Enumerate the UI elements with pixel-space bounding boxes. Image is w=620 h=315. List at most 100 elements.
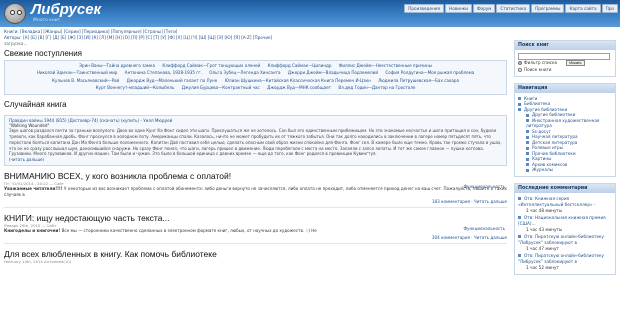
nav-item-label[interactable]: Картины bbox=[532, 156, 551, 161]
recent-item[interactable]: Джордж Вуд—МНК сообщает bbox=[267, 85, 331, 90]
post-teaser-text: У некоторых из вас возникает проблема с … bbox=[4, 186, 507, 198]
post-links[interactable]: 304 комментария · Читать дальше bbox=[4, 235, 507, 240]
random-book-more-link[interactable]: (читать дальше) bbox=[9, 157, 44, 162]
bullet-icon bbox=[526, 141, 529, 145]
recent-item[interactable]: Вл.дед Годин—Дантор на Гростоле bbox=[338, 85, 415, 90]
recent-item[interactable]: Ольга Зубец—Легенда Хинсанта bbox=[209, 70, 280, 75]
search-button[interactable]: Искать bbox=[566, 60, 585, 67]
comment-link[interactable]: Отв: Национальная книжная премия (США)..… bbox=[518, 215, 606, 226]
site-logo[interactable] bbox=[4, 3, 26, 24]
topnav-link[interactable]: Статистика bbox=[496, 4, 531, 13]
recent-item[interactable]: Филлис Джейм—Неестественные причины bbox=[339, 63, 432, 68]
radio-book[interactable]: Поиск книги bbox=[518, 67, 552, 72]
recent-item[interactable]: Джулия Бурцева—Контрактный час bbox=[182, 85, 260, 90]
comment-link[interactable]: Отв: Книжная серия «Интеллектуальный бес… bbox=[518, 196, 595, 207]
recent-item[interactable]: Клиффорд Саймак—Цилиндр bbox=[268, 63, 332, 68]
recent-item[interactable]: София Ролдугина—Моя рыжая проблема bbox=[385, 70, 474, 75]
random-book-block: Случайная книга Правдин вайны 1944 (815)… bbox=[4, 100, 507, 167]
nav-item-label[interactable]: Научная литература bbox=[532, 134, 578, 139]
post-links[interactable]: 183 комментария · Читать дальше bbox=[4, 199, 507, 204]
site-header: Либрусек Много книг Произведения Новинки… bbox=[0, 0, 620, 27]
recent-item[interactable]: Кульнов В. Масьяновский—Рай bbox=[52, 78, 119, 83]
post-tag[interactable]: Функциональность bbox=[464, 184, 506, 189]
bullet-icon bbox=[526, 135, 529, 139]
top-navigation: Произведения Новинки Форум Статистика Пр… bbox=[404, 4, 618, 13]
comment-time: 1 час 52 минут bbox=[526, 265, 559, 271]
bullet-icon bbox=[526, 113, 529, 117]
search-input[interactable] bbox=[518, 53, 610, 60]
random-book-title: Случайная книга bbox=[4, 100, 67, 110]
nav-item-label[interactable]: Прочие библиотеки bbox=[532, 151, 576, 156]
logo-eye-right bbox=[17, 10, 22, 15]
bullet-icon bbox=[518, 102, 521, 106]
nav-item-label[interactable]: Другие библиотеки bbox=[532, 112, 575, 117]
recent-item[interactable]: Клиффорд Саймак—Грот танцующих оленей bbox=[162, 63, 260, 68]
nav-subitem[interactable]: Журналы bbox=[518, 167, 612, 173]
bullet-icon bbox=[518, 235, 521, 239]
post-title[interactable]: Для всех влюбленных в книгу. Как помочь … bbox=[4, 249, 507, 259]
topnav-link[interactable]: Программы bbox=[531, 4, 565, 13]
news-post: ВНИМАНИЮ ВСЕХ, у кого возникла проблема … bbox=[4, 171, 507, 209]
topnav-link[interactable]: Произведения bbox=[404, 4, 445, 13]
bullet-icon bbox=[526, 130, 529, 134]
nav-subitem[interactable]: Иностранная художественная литература bbox=[518, 118, 612, 129]
bullet-icon bbox=[518, 108, 521, 112]
search-form: Фильтр списка Искать Поиск книги bbox=[515, 50, 615, 76]
nav-item-label[interactable]: Другие библиотеки bbox=[524, 107, 567, 112]
recent-item[interactable]: Эрин Ваны—Тайна древнего замка bbox=[79, 63, 155, 68]
bullet-icon bbox=[526, 119, 529, 123]
post-teaser-bold: Книгоделы и книгочеи! bbox=[4, 228, 61, 234]
radio-book-label: Поиск книги bbox=[524, 66, 552, 72]
recent-item[interactable]: Николай Эдичан—Таинственный мир bbox=[37, 70, 118, 75]
main-content: Книги: [Вкладка] [Жанры] [Серии] [Период… bbox=[4, 29, 507, 267]
post-teaser-text: Все мы — сторонники качественно сделанны… bbox=[61, 228, 317, 234]
recent-item[interactable]: Курт Воннегут-младший—Колыбель bbox=[96, 85, 175, 90]
bullet-icon bbox=[526, 146, 529, 150]
radio-filter[interactable]: Фильтр списка bbox=[518, 60, 558, 66]
topnav-link[interactable]: Форум bbox=[472, 4, 496, 13]
comment-link[interactable]: Отв: Пиратскую онлайн-библиотеку "Либрус… bbox=[518, 253, 604, 264]
nav-item-label[interactable]: Ролевые игры bbox=[532, 145, 563, 150]
nav-item-label[interactable]: Журналы bbox=[532, 167, 553, 172]
recent-item[interactable]: Джерри Джейм—Владычица Подземелий bbox=[288, 70, 378, 75]
recent-item[interactable]: Антонина Степанова, 1928-1935 гг. bbox=[125, 70, 202, 75]
site-slogan: Много книг bbox=[33, 18, 61, 23]
recent-block: Свежие поступления Эрин Ваны—Тайна древн… bbox=[4, 49, 507, 96]
topnav-link[interactable]: Новинки bbox=[445, 4, 472, 13]
recent-item[interactable]: Людмила Петрушевская—Бах сахара bbox=[378, 78, 459, 83]
radio-filter-label: Фильтр списка bbox=[524, 60, 558, 66]
bullet-icon bbox=[518, 197, 521, 201]
post-title[interactable]: ВНИМАНИЮ ВСЕХ, у кого возникла проблема … bbox=[4, 171, 507, 181]
nav-item-label[interactable]: Детская литература bbox=[532, 140, 577, 145]
radio-icon bbox=[518, 61, 522, 66]
post-tag[interactable]: Функциональность bbox=[464, 226, 506, 231]
topnav-link[interactable]: Про bbox=[601, 4, 618, 13]
comment-item[interactable]: Отв: Пиратскую онлайн-библиотеку "Либрус… bbox=[518, 253, 612, 272]
recent-item[interactable]: Джордж Вуд—Маленький галант по Луне bbox=[127, 78, 218, 83]
post-teaser: Уважаемые читатели!!!! У некоторых из ва… bbox=[4, 186, 507, 198]
recent-comments-list: Отв: Книжная серия «Интеллектуальный бес… bbox=[515, 193, 615, 275]
bullet-icon bbox=[518, 254, 521, 258]
comment-item[interactable]: Отв: Пиратскую онлайн-библиотеку "Либрус… bbox=[518, 234, 612, 253]
search-block-title: Поиск книг bbox=[515, 41, 615, 50]
recent-item[interactable]: Юлиан Шушкина—Китайская Классическая Кни… bbox=[225, 78, 371, 83]
navigation-block-title: Навигация bbox=[515, 83, 615, 93]
topnav-link[interactable]: Карта сайта bbox=[565, 4, 601, 13]
comment-item[interactable]: Отв: Национальная книжная премия (США)..… bbox=[518, 215, 612, 234]
nav-item-label[interactable]: Библиотека bbox=[524, 101, 550, 106]
recent-comments-block: Последние комментарии Отв: Книжная серия… bbox=[514, 182, 616, 276]
radio-icon bbox=[518, 67, 522, 72]
site-title[interactable]: Либрусек bbox=[31, 1, 101, 18]
comment-link[interactable]: Отв: Пиратскую онлайн-библиотеку "Либрус… bbox=[518, 234, 604, 245]
nav-item-label[interactable]: Ss-досуг bbox=[532, 129, 551, 134]
nav-item-label[interactable]: Архив комиксов bbox=[532, 162, 567, 167]
nav-item-label[interactable]: Книги bbox=[524, 96, 537, 101]
random-book-excerpt: Звук шагов раздался почти за граньки все… bbox=[9, 128, 502, 157]
recent-comments-title: Последние комментарии bbox=[515, 183, 615, 193]
navigation-menu: Книги Библиотека Другие библиотеки Други… bbox=[515, 93, 615, 176]
post-title[interactable]: КНИГИ: ищу недостающую часть текста... bbox=[4, 213, 507, 223]
bullet-icon bbox=[526, 157, 529, 161]
nav-item-label[interactable]: Иностранная художественная литература bbox=[526, 118, 599, 129]
bullet-icon bbox=[526, 168, 529, 172]
comment-item[interactable]: Отв: Книжная серия «Интеллектуальный бес… bbox=[518, 196, 612, 215]
